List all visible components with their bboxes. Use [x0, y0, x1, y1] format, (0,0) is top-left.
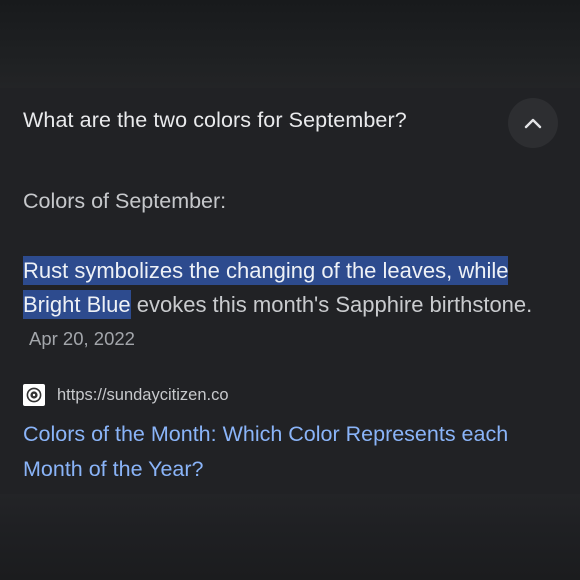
highlighted-text: Bright Blue — [23, 289, 131, 319]
site-favicon-icon — [23, 384, 45, 406]
collapse-button[interactable] — [508, 98, 558, 148]
highlighted-text: Rust symbolizes the changing of the leav… — [23, 256, 509, 285]
answer-text: evokes this month's Sapphire birthstone. — [130, 291, 533, 317]
dimmed-background-bottom — [0, 494, 580, 580]
chevron-up-icon — [524, 118, 542, 129]
faq-question[interactable]: What are the two colors for September? — [23, 108, 407, 133]
result-link[interactable]: Colors of the Month: Which Color Represe… — [23, 417, 568, 487]
dimmed-background-top — [0, 0, 580, 88]
answer-snippet: Rust symbolizes the changing of the leav… — [23, 254, 563, 356]
source-url[interactable]: https://sundaycitizen.co — [57, 386, 229, 405]
answer-heading: Colors of September: — [23, 189, 227, 213]
source-row[interactable]: https://sundaycitizen.co — [23, 384, 229, 406]
snippet-date: Apr 20, 2022 — [29, 328, 135, 349]
